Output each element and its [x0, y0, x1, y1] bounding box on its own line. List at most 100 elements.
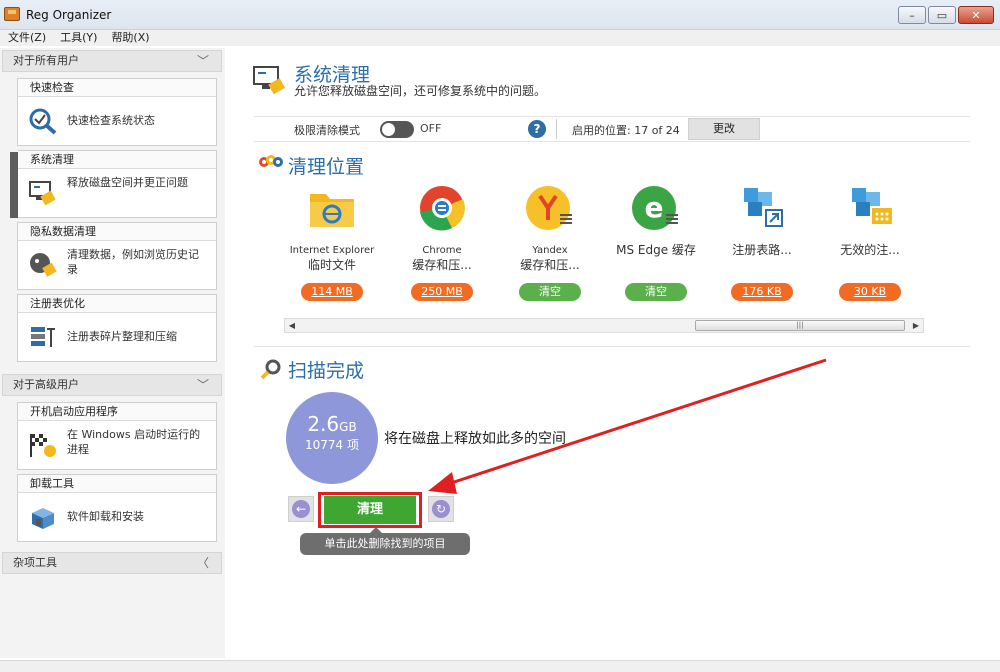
menu-tools[interactable]: 工具(Y) [60, 30, 97, 46]
uninstall-box-icon [32, 508, 54, 529]
chrome-icon [420, 186, 465, 231]
result-bubble: 2.6GB 10774 项 [286, 392, 378, 484]
menu-file[interactable]: 文件(Z) [8, 30, 46, 46]
location-empty-badge[interactable]: 清空 [625, 283, 687, 301]
registry-icon [31, 327, 55, 347]
location-name: Internet Explorer 临时文件 [278, 243, 386, 275]
result-count: 10774 项 [305, 438, 359, 452]
rescan-button[interactable]: ↻ [428, 496, 454, 522]
options-bar: 极限清除模式 OFF ? 启用的位置: 17 of 24 更改 [254, 116, 970, 142]
invalid-cubes-icon [852, 188, 892, 224]
clean-locations-title: 清理位置 [288, 156, 365, 178]
startup-flag-icon [30, 434, 56, 457]
location-item-ie[interactable]: Internet Explorer 临时文件 114 MB [278, 184, 386, 301]
sidebar-item-system-cleanup[interactable]: 系统清理 释放磁盘空间并更正问题 [18, 150, 217, 218]
main-panel: 系统清理 允许您释放磁盘空间，还可修复系统中的问题。 极限清除模式 OFF ? … [248, 48, 1000, 658]
extreme-mode-state: OFF [420, 122, 442, 135]
menu-bar: 文件(Z) 工具(Y) 帮助(X) [0, 30, 1000, 46]
extreme-mode-label: 极限清除模式 [294, 124, 360, 137]
location-item-yandex[interactable]: Yandex 缓存和压... 清空 [496, 184, 604, 301]
location-size-badge[interactable]: 30 KB [839, 283, 901, 301]
horizontal-scrollbar[interactable]: ◀ ||| ▶ [284, 318, 924, 333]
location-item-invalid-entries[interactable]: 无效的注... 30 KB [816, 184, 924, 301]
refresh-icon: ↻ [432, 500, 450, 518]
help-icon[interactable]: ? [528, 120, 546, 138]
maximize-button[interactable]: ▭ [928, 6, 956, 24]
sidebar-item-privacy-cleanup[interactable]: 隐私数据清理 清理数据，例如浏览历史记录 [17, 222, 217, 290]
close-icon: ✕ [971, 8, 981, 22]
scroll-left-icon[interactable]: ◀ [285, 319, 299, 332]
window-controls: – ▭ ✕ [898, 6, 994, 24]
location-size-badge[interactable]: 176 KB [731, 283, 793, 301]
sidebar-item-desc: 软件卸载和安装 [67, 510, 144, 523]
location-name: Chrome 缓存和压... [388, 243, 496, 275]
group-advanced-users-label: 对于高级用户 [13, 378, 79, 391]
location-item-registry-paths[interactable]: 注册表路... 176 KB [708, 184, 816, 301]
result-size: 2.6GB [286, 412, 378, 436]
change-button[interactable]: 更改 [688, 118, 760, 140]
result-size-value: 2.6 [307, 412, 340, 436]
sidebar: 对于所有用户 ﹀ 快速检查 快速检查系统状态 系统清理 释放磁盘空间并更正问题 [0, 48, 225, 658]
title-bar: Reg Organizer – ▭ ✕ [0, 0, 1000, 30]
extreme-mode-toggle[interactable] [380, 121, 414, 138]
sidebar-item-title: 卸载工具 [18, 475, 216, 493]
maximize-icon: ▭ [936, 8, 948, 22]
sidebar-item-title: 系统清理 [18, 151, 216, 169]
location-line1: 无效的注... [840, 243, 900, 257]
group-all-users[interactable]: 对于所有用户 ﹀ [2, 50, 222, 72]
sidebar-item-title: 开机启动应用程序 [18, 403, 216, 421]
page-subtitle: 允许您释放磁盘空间，还可修复系统中的问题。 [294, 84, 547, 98]
chevron-left-icon: 〈 [196, 556, 209, 570]
window-title: Reg Organizer [26, 8, 112, 22]
clean-locations-list: Internet Explorer 临时文件 114 MB Chrome 缓存和… [288, 184, 928, 304]
location-line2: 缓存和压... [412, 258, 472, 272]
minimize-icon: – [909, 8, 915, 22]
chevron-down-icon: ﹀ [196, 54, 209, 68]
sidebar-item-quick-check[interactable]: 快速检查 快速检查系统状态 [17, 78, 217, 146]
location-empty-badge[interactable]: 清空 [519, 283, 581, 301]
location-line1: 注册表路... [732, 243, 792, 257]
location-name: 注册表路... [708, 243, 816, 275]
menu-help[interactable]: 帮助(X) [111, 30, 149, 46]
result-description: 将在磁盘上释放如此多的空间 [384, 431, 566, 447]
sidebar-item-desc: 在 Windows 启动时运行的进程 [67, 428, 201, 456]
scan-complete-title: 扫描完成 [288, 360, 365, 382]
yandex-icon [526, 186, 572, 230]
location-item-chrome[interactable]: Chrome 缓存和压... 250 MB [388, 184, 496, 301]
chevron-down-icon: ﹀ [196, 378, 209, 392]
group-advanced-users[interactable]: 对于高级用户 ﹀ [2, 374, 222, 396]
sidebar-item-title: 注册表优化 [18, 295, 216, 313]
group-misc-tools[interactable]: 杂项工具 〈 [2, 552, 222, 574]
location-size-badge[interactable]: 250 MB [411, 283, 473, 301]
magnifier-check-icon [29, 108, 57, 135]
sidebar-item-desc: 注册表碎片整理和压缩 [67, 330, 177, 343]
location-name: 无效的注... [816, 243, 924, 275]
app-icon [4, 7, 20, 21]
sidebar-item-desc: 释放磁盘空间并更正问题 [67, 176, 188, 189]
sidebar-item-startup-apps[interactable]: 开机启动应用程序 在 Windows 启动时运行的进程 [17, 402, 217, 470]
registry-cubes-icon [744, 188, 783, 227]
location-line2: 临时文件 [307, 258, 356, 272]
sidebar-item-uninstaller[interactable]: 卸载工具 软件卸载和安装 [17, 474, 217, 542]
scroll-thumb[interactable]: ||| [695, 320, 905, 331]
location-item-edge[interactable]: e MS Edge 缓存 清空 [602, 184, 710, 301]
enabled-locations-count: 启用的位置: 17 of 24 [572, 124, 680, 137]
minimize-button[interactable]: – [898, 6, 926, 24]
clean-button[interactable]: 清理 [324, 496, 416, 524]
back-arrow-icon: ← [292, 500, 310, 518]
system-cleanup-icon [253, 66, 286, 95]
section-divider [254, 346, 970, 347]
location-line1: Internet Explorer [289, 245, 375, 256]
sidebar-item-registry-optimize[interactable]: 注册表优化 注册表碎片整理和压缩 [17, 294, 217, 362]
search-icon [260, 359, 281, 380]
sidebar-item-title: 隐私数据清理 [18, 223, 216, 241]
privacy-icon [30, 253, 57, 277]
sidebar-item-title: 快速检查 [18, 79, 216, 97]
active-indicator [10, 152, 18, 218]
location-size-badge[interactable]: 114 MB [301, 283, 363, 301]
back-button[interactable]: ← [288, 496, 314, 522]
location-name: MS Edge 缓存 [602, 243, 710, 275]
close-button[interactable]: ✕ [958, 6, 994, 24]
scroll-right-icon[interactable]: ▶ [909, 319, 923, 332]
location-line1: Yandex [532, 245, 568, 256]
